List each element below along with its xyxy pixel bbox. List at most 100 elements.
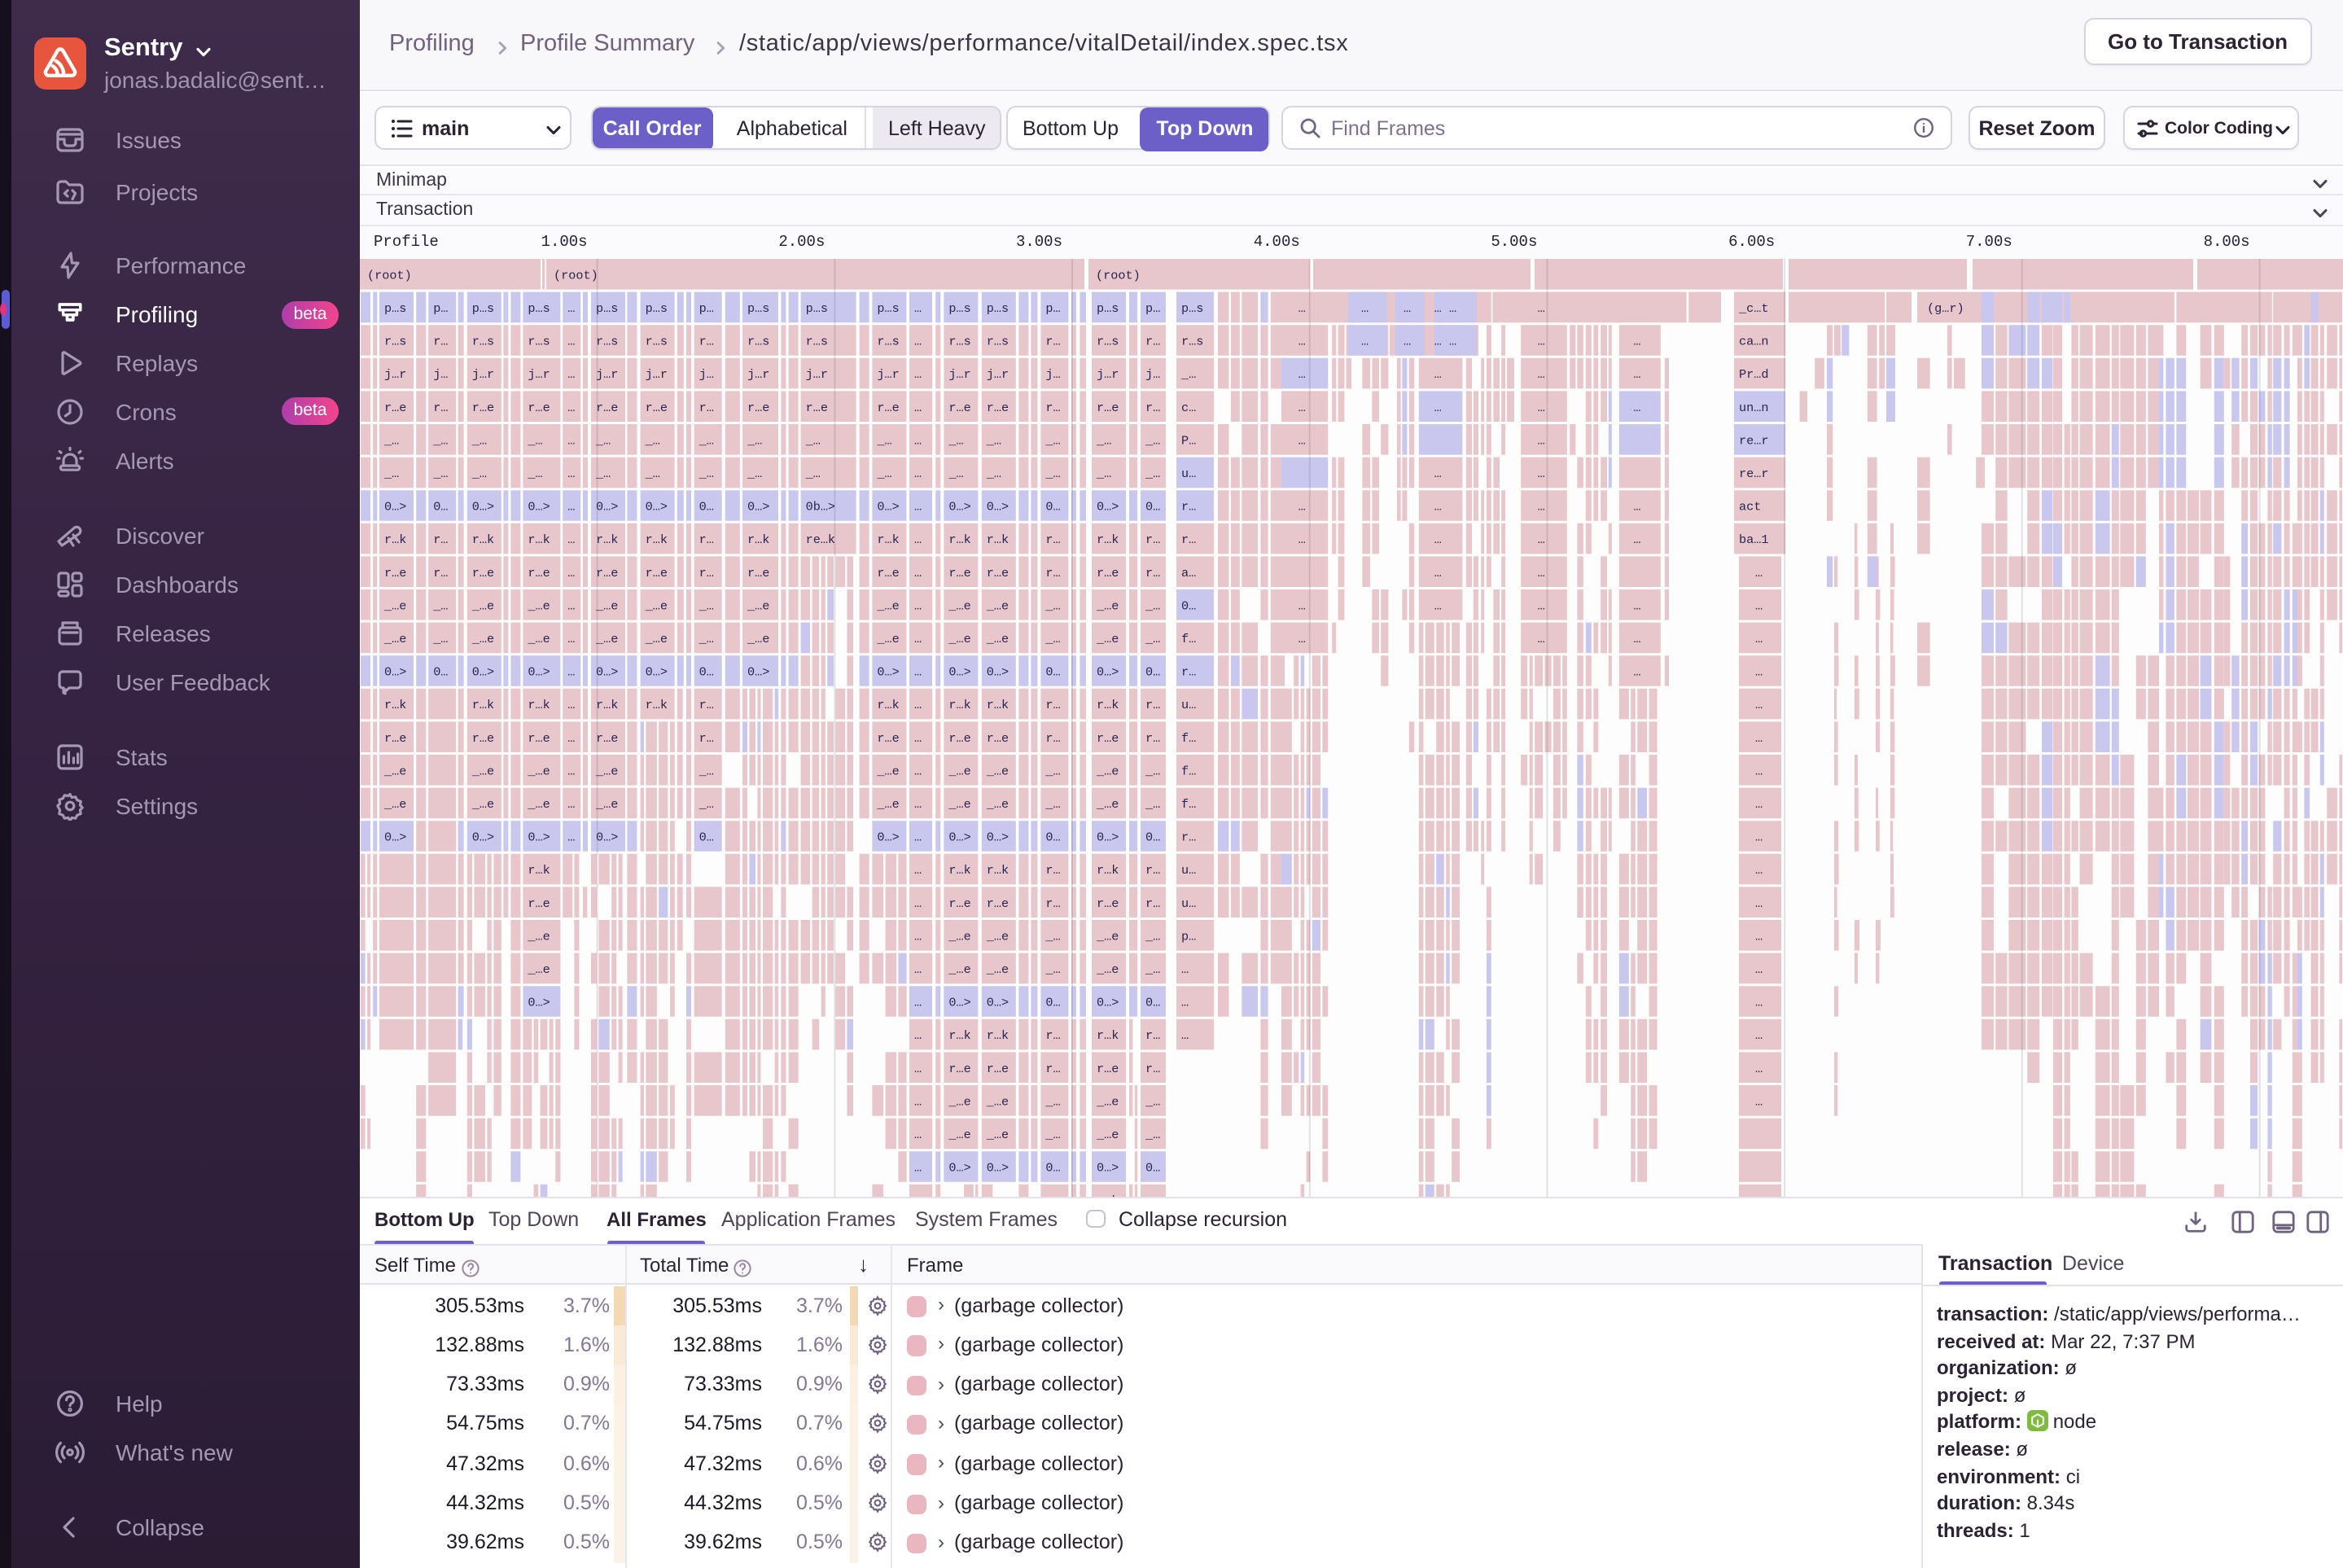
svg-text:_…e: _…e <box>595 796 618 811</box>
svg-text:…: … <box>1633 631 1640 646</box>
svg-text:r…e: r…e <box>1097 400 1119 414</box>
svg-text:r…k: r…k <box>747 532 769 546</box>
svg-text:…: … <box>1361 334 1369 348</box>
svg-text:…: … <box>1181 961 1189 976</box>
svg-text:r…e: r…e <box>747 565 769 580</box>
svg-text:j…r: j…r <box>472 366 494 381</box>
svg-text:_…e: _…e <box>986 928 1009 943</box>
svg-text:r…s: r…s <box>877 334 899 348</box>
svg-text:r…s: r…s <box>806 334 828 348</box>
svg-text:r…e: r…e <box>1097 896 1119 910</box>
svg-text:re…r: re…r <box>1739 466 1768 480</box>
svg-text:…: … <box>1434 300 1442 315</box>
svg-text:0…>: 0…> <box>1097 995 1119 1010</box>
svg-text:r…: r… <box>699 565 714 580</box>
svg-text:_…: _… <box>1044 928 1060 943</box>
svg-text:…: … <box>1434 466 1442 480</box>
svg-text:r…: r… <box>1045 896 1060 910</box>
svg-text:r…: r… <box>1045 730 1060 745</box>
svg-text:u…: u… <box>1181 896 1196 910</box>
svg-text:r…: r… <box>1045 400 1060 414</box>
svg-text:_…: _… <box>747 432 762 447</box>
svg-text:…: … <box>1434 499 1442 514</box>
svg-text:…: … <box>1755 598 1763 612</box>
svg-text:_…e: _…e <box>986 763 1009 777</box>
svg-text:_…: _… <box>1044 631 1060 646</box>
svg-text:…: … <box>1755 631 1763 646</box>
svg-text:r…k: r…k <box>1097 862 1119 877</box>
svg-text:0…>: 0…> <box>384 830 406 844</box>
svg-text:_…: _… <box>471 466 487 480</box>
svg-text:j…r: j…r <box>948 366 970 381</box>
svg-text:0…: 0… <box>433 499 448 514</box>
svg-text:r…: r… <box>699 532 714 546</box>
svg-text:f…: f… <box>1181 796 1196 811</box>
svg-text:r…: r… <box>1145 1061 1160 1075</box>
svg-text:0…>: 0…> <box>948 830 970 844</box>
svg-text:r…k: r…k <box>877 532 899 546</box>
svg-text:_…e: _…e <box>645 598 668 612</box>
svg-text:_…: _… <box>805 466 821 480</box>
svg-text:re…r: re…r <box>1739 432 1768 447</box>
svg-text:…: … <box>1299 432 1306 447</box>
svg-text:j…: j… <box>1045 366 1060 381</box>
svg-text:0…: 0… <box>1145 1160 1160 1175</box>
svg-text:r…: r… <box>1045 565 1060 580</box>
svg-text:u…: u… <box>1181 466 1196 480</box>
svg-text:r…e: r…e <box>877 400 899 414</box>
svg-text:r…: r… <box>1181 664 1196 679</box>
svg-text:r…e: r…e <box>948 896 970 910</box>
svg-text:act: act <box>1739 499 1761 514</box>
svg-text:r…e: r…e <box>806 400 828 414</box>
svg-text:0…>: 0…> <box>948 995 970 1010</box>
svg-text:f…: f… <box>1181 763 1196 777</box>
svg-text:0…: 0… <box>1045 499 1060 514</box>
svg-text:r…k: r…k <box>646 697 668 712</box>
svg-text:0b…>: 0b…> <box>806 499 835 514</box>
svg-text:_…e: _…e <box>948 1127 970 1141</box>
svg-text:p…s: p…s <box>1181 300 1203 315</box>
svg-text:r…s: r…s <box>528 334 550 348</box>
svg-text:…: … <box>567 697 575 712</box>
svg-text:_…: _… <box>805 432 821 447</box>
svg-text:…: … <box>567 830 575 844</box>
svg-text:…: … <box>1755 664 1763 679</box>
svg-text:j…r: j…r <box>384 366 406 381</box>
svg-text:…: … <box>914 730 922 745</box>
svg-text:r…s: r…s <box>596 334 618 348</box>
svg-text:…: … <box>1538 565 1545 580</box>
svg-text:_…: _… <box>383 432 399 447</box>
svg-text:_…e: _…e <box>1096 763 1119 777</box>
svg-text:0…>: 0…> <box>528 830 550 844</box>
svg-text:…: … <box>567 664 575 679</box>
svg-text:r…e: r…e <box>646 400 668 414</box>
svg-text:…: … <box>914 300 922 315</box>
svg-text:r…: r… <box>699 730 714 745</box>
svg-text:…: … <box>914 961 922 976</box>
svg-text:_…e: _…e <box>527 796 550 811</box>
svg-text:…: … <box>567 730 575 745</box>
svg-text:_…e: _…e <box>876 631 899 646</box>
svg-text:0…>: 0…> <box>384 499 406 514</box>
svg-text:0…: 0… <box>1145 995 1160 1010</box>
svg-text:p…s: p…s <box>384 300 406 315</box>
svg-text:_…: _… <box>1044 1127 1060 1141</box>
svg-text:_…: _… <box>1044 796 1060 811</box>
svg-text:r…e: r…e <box>528 400 550 414</box>
svg-text:p…s: p…s <box>646 300 668 315</box>
svg-text:…: … <box>1755 961 1763 976</box>
svg-text:0…>: 0…> <box>472 664 494 679</box>
svg-text:r…e: r…e <box>646 565 668 580</box>
svg-text:0…>: 0…> <box>1097 499 1119 514</box>
svg-text:0…>: 0…> <box>1097 664 1119 679</box>
svg-text:r…k: r…k <box>528 862 550 877</box>
svg-text:c…: c… <box>1181 400 1196 414</box>
svg-text:r…: r… <box>1145 862 1160 877</box>
svg-text:r…e: r…e <box>384 730 406 745</box>
svg-text:_…: _… <box>699 598 714 612</box>
svg-text:…: … <box>914 1127 922 1141</box>
svg-text:…: … <box>1538 432 1545 447</box>
svg-text:_…: _… <box>1145 928 1160 943</box>
svg-text:…: … <box>1404 300 1411 315</box>
svg-text:r…e: r…e <box>948 565 970 580</box>
